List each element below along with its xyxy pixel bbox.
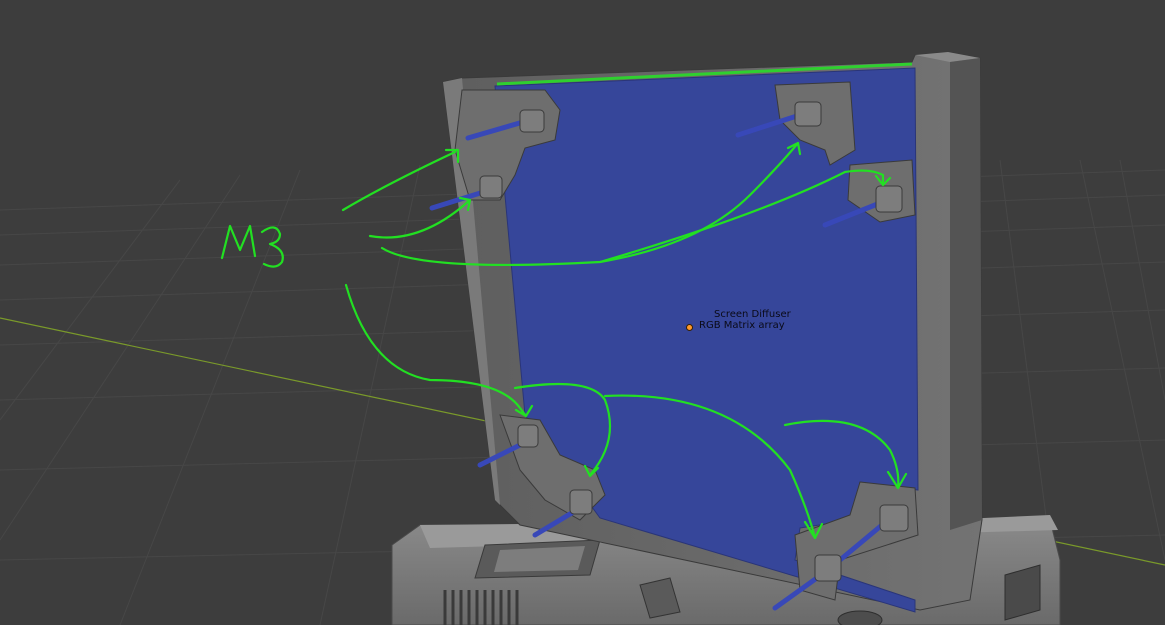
annotation-letter-m	[220, 224, 257, 260]
scene-canvas[interactable]	[0, 0, 1165, 625]
arrow-top-left-1	[341, 148, 460, 212]
object-label-screen-diffuser: Screen Diffuser	[714, 309, 791, 320]
annotation-digit-3	[260, 226, 284, 268]
arrow-top-left-2	[368, 196, 472, 239]
object-origin-dot[interactable]	[686, 324, 693, 331]
object-label-rgb-matrix-array: RGB Matrix array	[699, 320, 785, 331]
3d-viewport[interactable]: Screen Diffuser RGB Matrix array	[0, 0, 1165, 625]
